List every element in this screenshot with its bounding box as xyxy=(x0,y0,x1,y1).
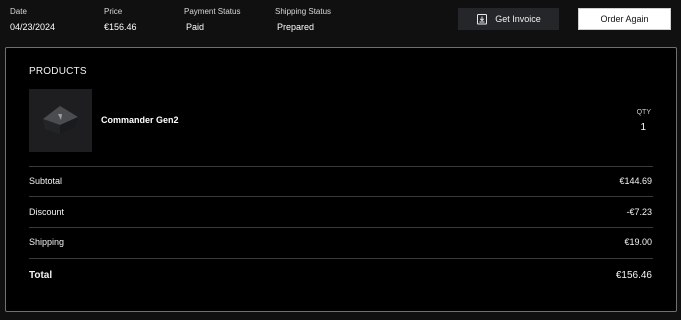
shipping-status-label: Shipping Status xyxy=(275,7,332,16)
download-document-icon xyxy=(476,13,488,25)
divider xyxy=(29,258,653,259)
subtotal-label: Subtotal xyxy=(29,176,63,186)
order-date: Date 04/23/2024 xyxy=(10,7,55,33)
order-details-page: Date 04/23/2024 Price €156.46 Payment St… xyxy=(0,0,681,320)
product-thumbnail[interactable] xyxy=(29,89,92,152)
order-card: PRODUCTS Commander Gen2 QTY 1 Subtotal €… xyxy=(5,47,677,312)
date-value: 04/23/2024 xyxy=(10,22,56,32)
shipping-row: Shipping €19.00 xyxy=(29,237,652,247)
quantity-value: 1 xyxy=(640,122,646,133)
products-heading: PRODUCTS xyxy=(29,66,87,77)
divider xyxy=(29,227,653,228)
price-value: €156.46 xyxy=(104,22,137,32)
get-invoice-label: Get Invoice xyxy=(495,14,541,24)
subtotal-value: €144.69 xyxy=(619,176,652,186)
divider xyxy=(29,196,653,197)
payment-status-label: Payment Status xyxy=(184,7,241,16)
order-again-button[interactable]: Order Again xyxy=(578,8,671,30)
get-invoice-button[interactable]: Get Invoice xyxy=(458,8,559,30)
date-label: Date xyxy=(10,7,27,16)
payment-status-value: Paid xyxy=(186,22,205,32)
price-label: Price xyxy=(104,7,123,16)
discount-value: -€7.23 xyxy=(626,207,652,217)
divider xyxy=(29,166,653,167)
shipping-label: Shipping xyxy=(29,237,65,247)
subtotal-row: Subtotal €144.69 xyxy=(29,176,652,186)
product-name[interactable]: Commander Gen2 xyxy=(101,115,179,125)
discount-label: Discount xyxy=(29,207,65,217)
total-value: €156.46 xyxy=(615,270,652,281)
shipping-value: €19.00 xyxy=(624,237,652,247)
shipping-status-value: Prepared xyxy=(277,22,315,32)
order-price: Price €156.46 xyxy=(104,7,137,33)
payment-status: Payment Status Paid xyxy=(184,7,240,33)
shipping-status: Shipping Status Prepared xyxy=(275,7,331,33)
total-label: Total xyxy=(29,270,53,281)
total-row: Total €156.46 xyxy=(29,270,652,281)
discount-row: Discount -€7.23 xyxy=(29,207,652,217)
quantity-label: QTY xyxy=(636,109,651,116)
